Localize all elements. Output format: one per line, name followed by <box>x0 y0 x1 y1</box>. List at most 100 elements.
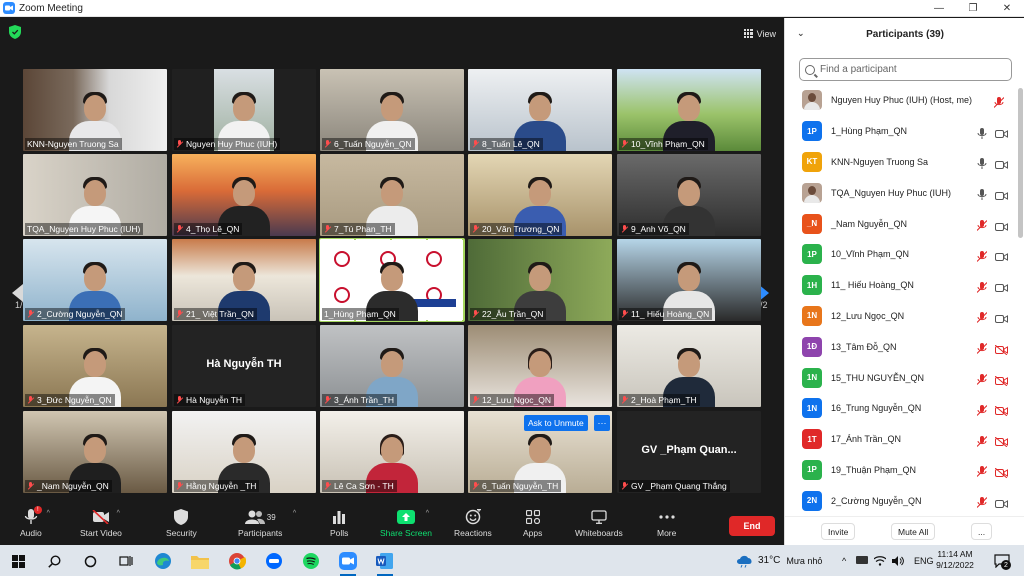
participant-row[interactable]: KT KNN-Nguyen Truong Sa <box>785 147 1017 178</box>
video-options-caret[interactable]: ^ <box>117 510 120 517</box>
video-tile[interactable]: 21_ Việt Trần_QN <box>172 239 316 321</box>
participant-row[interactable]: 1P 19_Thuận Phạm_QN <box>785 455 1017 486</box>
video-camera-icon[interactable] <box>995 496 1008 508</box>
participant-search-input[interactable] <box>820 64 1000 75</box>
taskbar-search-button[interactable] <box>44 551 64 571</box>
taskbar-edge-app[interactable] <box>153 551 173 571</box>
start-video-button[interactable]: ^ Start Video <box>80 508 122 544</box>
video-tile[interactable]: 1_Hùng Phạm_QN <box>319 238 465 322</box>
weather-widget[interactable]: 31°C Mưa nhỏ <box>736 545 822 576</box>
video-tile[interactable]: Hằng Nguyễn _TH <box>172 411 316 493</box>
microphone-icon[interactable] <box>977 126 987 139</box>
video-tile[interactable]: 6_Tuấn Nguyễn_QN <box>320 69 464 151</box>
participant-search-box[interactable] <box>799 58 1012 81</box>
participant-row[interactable]: 1P 10_Vĩnh Phạm_QN <box>785 239 1017 270</box>
security-button[interactable]: Security <box>166 508 197 544</box>
participant-list-scrollbar[interactable] <box>1018 82 1023 518</box>
video-tile[interactable]: Lê Ca Sơn - TH <box>320 411 464 493</box>
participant-row[interactable]: 1N 12_Lưu Ngọc_QN <box>785 301 1017 332</box>
muted-mic-icon[interactable] <box>976 372 988 385</box>
taskbar-zoom[interactable] <box>338 551 358 576</box>
panel-more-button[interactable]: ... <box>971 523 993 540</box>
video-tile[interactable]: 3_Đức Nguyễn_QN <box>23 325 167 407</box>
video-tile[interactable]: KNN-Nguyen Truong Sa <box>23 69 167 151</box>
video-camera-icon[interactable] <box>995 157 1008 169</box>
taskbar-spotify[interactable] <box>301 551 321 571</box>
taskbar-file-explorer[interactable] <box>190 551 210 571</box>
video-off-icon[interactable] <box>994 434 1008 448</box>
muted-mic-icon[interactable] <box>976 249 988 262</box>
video-tile[interactable]: 3_Ánh Trần_TH <box>320 325 464 407</box>
video-tile[interactable]: 8_Tuấn Lê_QN <box>468 69 612 151</box>
participant-row[interactable]: 1T 17_Ánh Trần_QN <box>785 424 1017 455</box>
video-camera-icon[interactable] <box>995 280 1008 293</box>
participants-button[interactable]: 39 ^ Participants <box>238 508 296 544</box>
video-tile[interactable]: 7_Tú Phan_TH <box>320 154 464 236</box>
participant-row[interactable]: 1H 11_ Hiếu Hoàng_QN <box>785 270 1017 301</box>
end-meeting-button[interactable]: End <box>729 516 775 536</box>
reactions-button[interactable]: Reactions <box>454 508 492 544</box>
muted-mic-icon[interactable] <box>976 310 988 324</box>
participant-row[interactable]: TQA_Nguyen Huy Phuc (IUH) <box>785 177 1017 208</box>
tile-more-button[interactable]: ··· <box>594 415 610 431</box>
participant-row[interactable]: 1P 1_Hùng Phạm_QN <box>785 116 1017 147</box>
video-tile[interactable]: _Nam Nguyễn_QN <box>23 411 167 493</box>
participant-row[interactable]: 2N 2_Cường Nguyễn_QN <box>785 485 1017 516</box>
taskbar-zalo[interactable] <box>264 551 284 571</box>
video-tile[interactable]: 2_Hoà Phạm_TH <box>617 325 761 407</box>
microphone-icon[interactable] <box>977 187 987 201</box>
ask-to-unmute-button[interactable]: Ask to Unmute <box>524 415 588 431</box>
audio-button[interactable]: ! ^ Audio <box>20 506 50 544</box>
shield-icon[interactable] <box>9 25 21 39</box>
video-tile[interactable]: Hà Nguyễn TH Hà Nguyễn TH <box>172 325 316 407</box>
video-off-icon[interactable] <box>994 373 1008 386</box>
apps-button[interactable]: Apps <box>523 508 542 544</box>
wifi-icon[interactable] <box>874 555 886 566</box>
view-button[interactable]: View <box>743 26 776 41</box>
taskbar-chrome[interactable] <box>227 551 247 571</box>
whiteboards-button[interactable]: Whiteboards <box>575 508 623 544</box>
video-off-icon[interactable] <box>994 403 1008 417</box>
video-tile[interactable]: 11_ Hiếu Hoàng_QN <box>617 239 761 321</box>
task-view-button[interactable] <box>116 551 136 571</box>
taskbar-word[interactable] <box>375 551 395 576</box>
chevron-down-icon[interactable]: ⌄ <box>797 28 805 39</box>
share-options-caret[interactable]: ^ <box>426 510 429 517</box>
polls-button[interactable]: Polls <box>330 508 348 544</box>
video-camera-icon[interactable] <box>995 219 1008 231</box>
notification-center-button[interactable]: 2 <box>992 551 1012 571</box>
taskbar-clock[interactable]: 11:14 AM 9/12/2022 <box>930 549 980 571</box>
windows-start-button[interactable] <box>8 551 28 571</box>
video-tile[interactable]: 4_Thọ Lê_QN <box>172 154 316 236</box>
video-camera-icon[interactable] <box>995 126 1008 139</box>
cortana-button[interactable] <box>80 551 100 571</box>
participant-row[interactable]: 1N 16_Trung Nguyễn_QN <box>785 393 1017 424</box>
muted-mic-icon[interactable] <box>976 495 988 509</box>
microphone-icon[interactable] <box>977 156 987 170</box>
participant-row[interactable]: Nguyen Huy Phuc (IUH) (Host, me) <box>785 85 1017 116</box>
audio-options-caret[interactable]: ^ <box>47 510 50 517</box>
muted-mic-icon[interactable] <box>993 95 1005 108</box>
video-tile[interactable]: 2_Cường Nguyễn_QN <box>23 239 167 321</box>
minimize-button[interactable]: — <box>922 0 956 17</box>
maximize-button[interactable]: ❐ <box>956 0 990 17</box>
video-off-icon[interactable] <box>994 342 1008 356</box>
muted-mic-icon[interactable] <box>976 341 988 355</box>
muted-mic-icon[interactable] <box>976 464 988 478</box>
video-camera-icon[interactable] <box>995 311 1008 323</box>
participant-row[interactable]: 1Đ 13_Tâm Đỗ_QN <box>785 331 1017 362</box>
video-tile[interactable]: Nguyen Huy Phuc (IUH) <box>172 69 316 151</box>
muted-mic-icon[interactable] <box>976 403 988 416</box>
more-button[interactable]: More <box>657 508 676 544</box>
video-camera-icon[interactable] <box>995 249 1008 262</box>
invite-button[interactable]: Invite <box>821 523 856 540</box>
video-tile[interactable]: 22_Âu Trần_QN <box>468 239 612 321</box>
mute-all-button[interactable]: Mute All <box>891 523 936 540</box>
share-screen-button[interactable]: ^ Share Screen <box>380 508 432 544</box>
muted-mic-icon[interactable] <box>976 280 988 293</box>
video-tile[interactable]: 10_Vĩnh Phạm_QN <box>617 69 761 151</box>
video-off-icon[interactable] <box>994 465 1008 479</box>
video-tile[interactable]: 12_Lưu Ngọc_QN <box>468 325 612 407</box>
video-tile[interactable]: GV _Phạm Quan... GV _Phạm Quang Thắng <box>617 411 761 493</box>
tray-app-icon[interactable] <box>856 555 868 566</box>
